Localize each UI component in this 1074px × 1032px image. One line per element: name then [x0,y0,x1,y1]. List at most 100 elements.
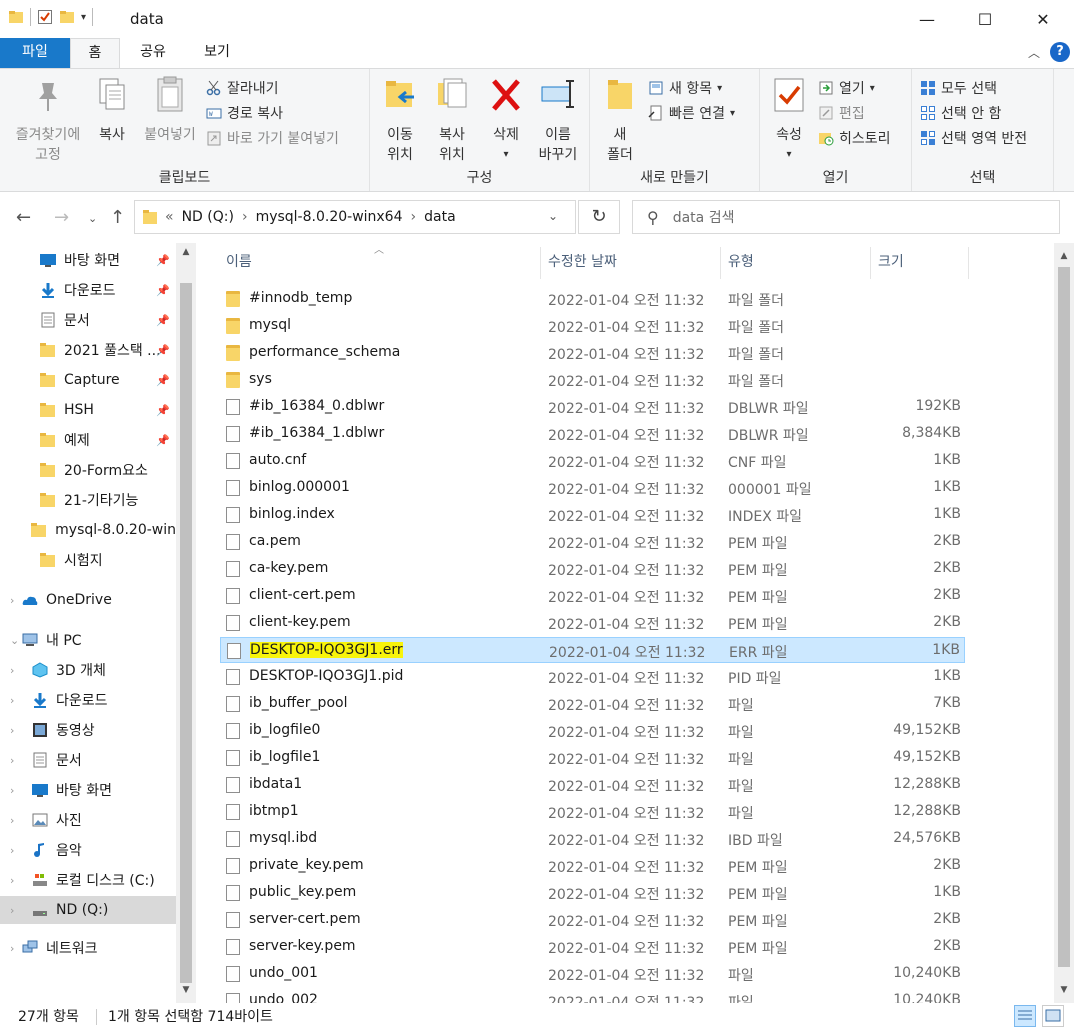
copy-path-button[interactable]: W 경로 복사 [206,102,283,124]
back-arrow-icon[interactable]: ← [16,207,31,228]
quick-access-item[interactable]: mysql-8.0.20-win [0,516,176,544]
properties-check-icon[interactable] [37,9,53,25]
quick-access-item[interactable]: Capture 📌 [0,366,176,394]
column-header-type[interactable]: 유형 [728,251,754,271]
expand-chevron-icon[interactable]: › [10,904,22,917]
file-row[interactable]: ib_logfile0 2022-01-04 오전 11:32 파일 49,152KB [220,718,965,744]
help-icon[interactable]: ? [1050,42,1070,62]
column-header-size[interactable]: 크기 [878,251,904,271]
nav-scroll-down-icon[interactable]: ▼ [178,985,194,995]
paste-button[interactable]: 붙여넣기 [138,75,202,145]
breadcrumb-overflow[interactable]: « [165,209,174,225]
expand-chevron-icon[interactable]: › [10,942,22,955]
file-row[interactable]: undo_001 2022-01-04 오전 11:32 파일 10,240KB [220,961,965,987]
this-pc-item[interactable]: › 문서 [0,746,176,774]
large-icons-view-icon[interactable] [1042,1005,1064,1027]
select-none-button[interactable]: 선택 안 함 [920,102,1001,124]
file-row[interactable]: performance_schema 2022-01-04 오전 11:32 파일 … [220,340,965,366]
expand-chevron-icon[interactable]: › [10,844,22,857]
forward-arrow-icon[interactable]: → [54,207,69,228]
minimize-button[interactable]: — [898,0,956,38]
nav-scroll-up-icon[interactable]: ▲ [178,247,194,257]
quick-access-item[interactable]: 20-Form요소 [0,456,176,484]
search-box[interactable]: ⚲ data 검색 [632,200,1060,234]
file-row[interactable]: client-cert.pem 2022-01-04 오전 11:32 PEM 파일… [220,583,965,609]
file-row[interactable]: public_key.pem 2022-01-04 오전 11:32 PEM 파일 1… [220,880,965,906]
address-bar[interactable]: « ND (Q:) › mysql-8.0.20-winx64 › data [134,200,576,234]
file-row[interactable]: ca.pem 2022-01-04 오전 11:32 PEM 파일 2KB [220,529,965,555]
refresh-button[interactable]: ↻ [578,200,620,234]
file-row[interactable]: private_key.pem 2022-01-04 오전 11:32 PEM 파일… [220,853,965,879]
breadcrumb-data[interactable]: data [424,209,456,225]
file-row[interactable]: ib_buffer_pool 2022-01-04 오전 11:32 파일 7KB [220,691,965,717]
this-pc-item[interactable]: › 로컬 디스크 (C:) [0,866,176,894]
file-scroll-down-icon[interactable]: ▼ [1056,985,1072,995]
history-button[interactable]: 히스토리 [818,127,891,149]
this-pc-item[interactable]: › 바탕 화면 [0,776,176,804]
this-pc-item[interactable]: › 다운로드 [0,686,176,714]
cut-button[interactable]: 잘라내기 [206,77,279,99]
breadcrumb-separator-icon[interactable]: › [242,209,248,225]
file-row[interactable]: #ib_16384_0.dblwr 2022-01-04 오전 11:32 DBLW… [220,394,965,420]
file-row[interactable]: auto.cnf 2022-01-04 오전 11:32 CNF 파일 1KB [220,448,965,474]
address-dropdown-icon[interactable]: ⌄ [548,209,558,223]
file-row[interactable]: binlog.index 2022-01-04 오전 11:32 INDEX 파일 1… [220,502,965,528]
file-row[interactable]: client-key.pem 2022-01-04 오전 11:32 PEM 파일 2… [220,610,965,636]
this-pc-item[interactable]: › 음악 [0,836,176,864]
recent-locations-chevron-icon[interactable]: ⌄ [88,212,97,225]
maximize-button[interactable]: ☐ [956,0,1014,38]
up-arrow-icon[interactable]: ↑ [110,207,125,228]
quick-access-item[interactable]: HSH 📌 [0,396,176,424]
this-pc-item[interactable]: › 사진 [0,806,176,834]
select-all-button[interactable]: 모두 선택 [920,77,997,99]
copy-button[interactable]: 복사 [92,75,132,145]
expand-chevron-icon[interactable]: › [10,784,22,797]
tab-view[interactable]: 보기 [186,38,248,68]
breadcrumb-separator-icon[interactable]: › [411,209,417,225]
expand-chevron-icon[interactable]: › [10,724,22,737]
column-header-name[interactable]: 이름 [226,251,252,271]
file-scroll-up-icon[interactable]: ▲ [1056,251,1072,261]
file-row[interactable]: binlog.000001 2022-01-04 오전 11:32 000001 파… [220,475,965,501]
customize-dropdown-icon[interactable]: ▾ [81,12,86,23]
invert-selection-button[interactable]: 선택 영역 반전 [920,127,1027,149]
quick-access-item[interactable]: 다운로드 📌 [0,276,176,304]
new-item-button[interactable]: 새 항목 ▾ [648,77,722,99]
expand-chevron-icon[interactable]: ⌄ [10,634,22,647]
collapse-ribbon-icon[interactable]: ︿ [1028,44,1040,61]
new-folder-button[interactable]: 새 폴더 [600,75,640,165]
expand-chevron-icon[interactable]: › [10,874,22,887]
open-button[interactable]: 열기 ▾ [818,77,875,99]
quick-access-item[interactable]: 21-기타기능 [0,486,176,514]
copy-to-button[interactable]: 복사 위치 [430,75,474,165]
tab-file[interactable]: 파일 [0,38,70,68]
nav-this-pc[interactable]: ⌄ 내 PC [0,626,176,654]
file-row[interactable]: server-cert.pem 2022-01-04 오전 11:32 PEM 파일… [220,907,965,933]
file-row[interactable]: ib_logfile1 2022-01-04 오전 11:32 파일 49,152KB [220,745,965,771]
nav-onedrive[interactable]: › OneDrive [0,586,176,614]
close-button[interactable]: ✕ [1014,0,1072,38]
file-row[interactable]: ibtmp1 2022-01-04 오전 11:32 파일 12,288KB [220,799,965,825]
details-view-icon[interactable] [1014,1005,1036,1027]
tab-share[interactable]: 공유 [124,38,182,68]
file-row[interactable]: DESKTOP-IQO3GJ1.pid 2022-01-04 오전 11:32 PI… [220,664,965,690]
paste-shortcut-button[interactable]: 바로 가기 붙여넣기 [206,127,339,149]
nav-scroll-thumb[interactable] [180,283,192,983]
expand-chevron-icon[interactable]: › [10,664,22,677]
file-row[interactable]: #ib_16384_1.dblwr 2022-01-04 오전 11:32 DBLW… [220,421,965,447]
edit-button[interactable]: 편집 [818,102,865,124]
file-row[interactable]: sys 2022-01-04 오전 11:32 파일 폴더 [220,367,965,393]
quick-access-item[interactable]: 시험지 [0,546,176,574]
rename-button[interactable]: 이름 바꾸기 [532,75,584,165]
expand-chevron-icon[interactable]: › [10,594,22,607]
quick-access-item[interactable]: 문서 📌 [0,306,176,334]
file-row[interactable]: mysql.ibd 2022-01-04 오전 11:32 IBD 파일 24,576… [220,826,965,852]
file-row[interactable]: DESKTOP-IQO3GJ1.err 2022-01-04 오전 11:32 ER… [220,637,965,663]
file-row[interactable]: server-key.pem 2022-01-04 오전 11:32 PEM 파일 2… [220,934,965,960]
tab-home[interactable]: 홈 [70,38,120,69]
pin-quick-access-button[interactable]: 즐겨찾기에 고정 [6,75,90,165]
nav-network[interactable]: › 네트워크 [0,934,176,962]
this-pc-item[interactable]: › ND (Q:) [0,896,176,924]
move-to-button[interactable]: 이동 위치 [378,75,422,165]
file-row[interactable]: ca-key.pem 2022-01-04 오전 11:32 PEM 파일 2KB [220,556,965,582]
